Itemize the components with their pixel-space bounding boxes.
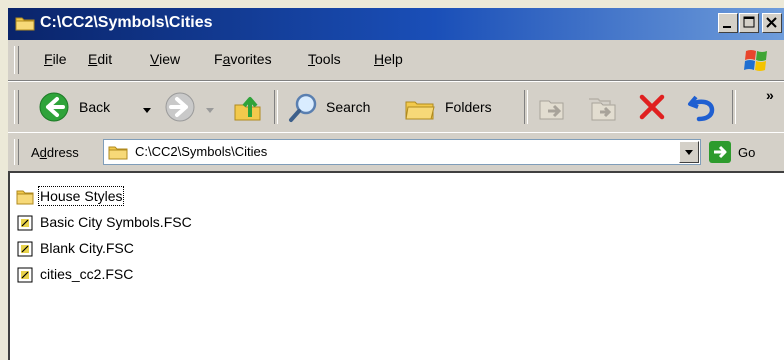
maximize-icon bbox=[743, 16, 755, 28]
address-bar: Address C:\CC2\Symbols\Cities Go bbox=[8, 132, 784, 172]
toolbar-grip[interactable] bbox=[14, 90, 19, 124]
window-title: C:\CC2\Symbols\Cities bbox=[40, 14, 213, 31]
address-label: Address bbox=[31, 145, 79, 160]
menu-grip[interactable] bbox=[14, 46, 19, 74]
address-grip[interactable] bbox=[14, 139, 19, 165]
menu-file[interactable]: File bbox=[44, 51, 67, 67]
go-arrow-icon[interactable] bbox=[709, 141, 731, 163]
copy-to-icon bbox=[589, 98, 616, 121]
address-dropdown-button[interactable] bbox=[679, 141, 699, 163]
back-dropdown-arrow[interactable] bbox=[143, 108, 151, 113]
back-button[interactable]: Back bbox=[34, 88, 162, 126]
search-button[interactable]: Search bbox=[284, 88, 396, 126]
standard-toolbar: Back Search Folders » bbox=[8, 81, 784, 133]
folder-icon bbox=[108, 146, 128, 160]
fsc-file-icon bbox=[17, 267, 33, 283]
delete-button[interactable] bbox=[634, 88, 670, 126]
copy-to-button[interactable] bbox=[584, 88, 620, 126]
file-name: Blank City.FSC bbox=[40, 240, 134, 256]
menu-bar: File Edit View Favorites Tools Help bbox=[8, 40, 784, 81]
toolbar-separator bbox=[274, 90, 278, 124]
folders-button[interactable]: Folders bbox=[400, 88, 520, 126]
up-folder-icon bbox=[234, 97, 261, 121]
address-input[interactable]: C:\CC2\Symbols\Cities bbox=[103, 139, 701, 165]
menu-edit[interactable]: Edit bbox=[88, 51, 112, 67]
close-icon bbox=[766, 17, 777, 28]
title-bar[interactable]: C:\CC2\Symbols\Cities bbox=[8, 8, 784, 40]
menu-help[interactable]: Help bbox=[374, 51, 403, 67]
undo-button[interactable] bbox=[684, 88, 720, 126]
delete-x-icon bbox=[639, 94, 665, 120]
minimize-button[interactable] bbox=[718, 13, 738, 33]
menu-favorites[interactable]: Favorites bbox=[214, 51, 272, 67]
file-list-pane[interactable]: House Styles Basic City Symbols.FSC Blan… bbox=[8, 171, 784, 360]
address-value: C:\CC2\Symbols\Cities bbox=[135, 144, 268, 159]
minimize-icon bbox=[723, 26, 731, 28]
fsc-file-icon bbox=[17, 215, 33, 231]
file-name: cities_cc2.FSC bbox=[40, 266, 134, 282]
undo-icon bbox=[688, 95, 715, 122]
folder-icon bbox=[15, 17, 35, 31]
toolbar-overflow-chevron[interactable]: » bbox=[766, 87, 774, 103]
maximize-button[interactable] bbox=[739, 13, 759, 33]
close-button[interactable] bbox=[762, 13, 782, 33]
windows-logo-icon bbox=[744, 50, 767, 71]
search-magnifier-icon bbox=[289, 93, 317, 122]
toolbar-separator bbox=[524, 90, 528, 124]
up-button[interactable] bbox=[230, 88, 266, 126]
file-name: House Styles bbox=[37, 186, 125, 206]
menu-tools[interactable]: Tools bbox=[308, 51, 341, 67]
forward-arrow-icon bbox=[165, 92, 195, 122]
back-arrow-icon bbox=[39, 92, 69, 122]
menu-view[interactable]: View bbox=[150, 51, 180, 67]
go-button[interactable]: Go bbox=[738, 145, 755, 160]
move-to-icon bbox=[539, 100, 564, 120]
file-name: Basic City Symbols.FSC bbox=[40, 214, 192, 230]
forward-button[interactable] bbox=[162, 88, 220, 126]
folders-icon bbox=[405, 101, 435, 120]
fsc-file-icon bbox=[17, 241, 33, 257]
forward-dropdown-arrow[interactable] bbox=[206, 108, 214, 113]
folder-icon bbox=[16, 190, 34, 205]
move-to-button[interactable] bbox=[534, 88, 570, 126]
toolbar-separator bbox=[732, 90, 736, 124]
explorer-window: C:\CC2\Symbols\Cities File Edit View Fav… bbox=[0, 0, 784, 360]
